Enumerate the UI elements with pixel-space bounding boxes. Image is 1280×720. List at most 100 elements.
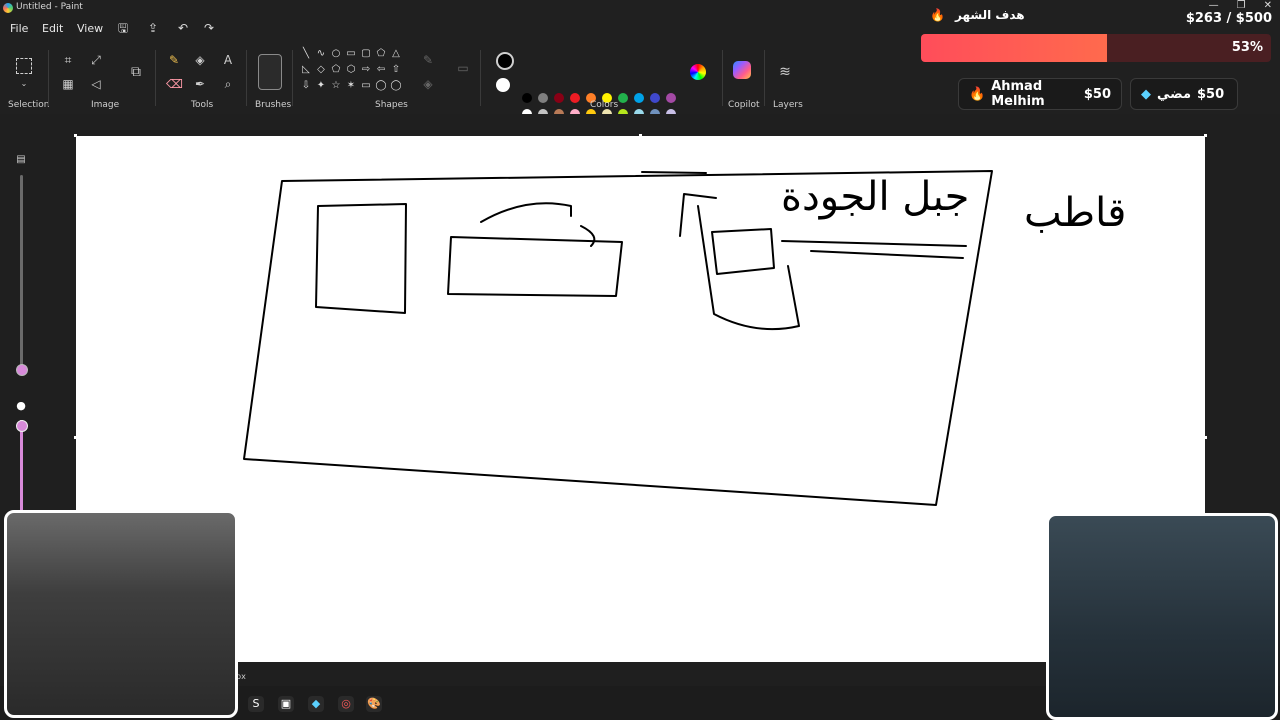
menu-view[interactable]: View (77, 22, 103, 35)
color-swatch[interactable] (650, 93, 660, 103)
group-label-tools: Tools (191, 100, 214, 110)
pencil-icon[interactable]: ✎ (166, 52, 182, 68)
color-swatch[interactable] (538, 93, 548, 103)
divider (292, 50, 293, 106)
color-swatch[interactable] (666, 93, 676, 103)
five-point-star-icon[interactable]: ☆ (330, 80, 342, 92)
brush-selector[interactable] (258, 54, 282, 90)
resize-handle[interactable] (1204, 134, 1207, 137)
group-label-selection: Selection (8, 100, 50, 110)
goal-title: هدف الشهر (955, 8, 1025, 22)
rounded-rectangle-icon[interactable]: ▢ (360, 48, 372, 60)
resize-icon[interactable]: ⤢ (88, 52, 104, 68)
secondary-color[interactable] (496, 78, 510, 92)
save-icon[interactable]: 🖫 (115, 20, 131, 36)
canvas-arabic-label: جبل الجودة (781, 174, 970, 220)
donor-amount: $50 (1083, 86, 1111, 102)
paint-app-icon (3, 3, 13, 13)
chevron-down-icon[interactable]: ⌄ (16, 76, 32, 92)
goal-progress-bar: 53% (921, 34, 1271, 62)
line-icon[interactable]: ╲ (300, 48, 312, 60)
diamond-icon[interactable]: ◇ (315, 64, 327, 76)
up-arrow-icon[interactable]: ⇧ (390, 64, 402, 76)
text-icon[interactable]: A (220, 52, 236, 68)
divider (48, 50, 49, 106)
title-bar: Untitled - Paint — ❐ ✕ (0, 0, 1280, 16)
group-label-colors: Colors (590, 100, 619, 110)
hexagon-icon[interactable]: ⬡ (345, 64, 357, 76)
color-swatch[interactable] (634, 93, 644, 103)
eraser-icon[interactable]: ⌫ (166, 76, 183, 92)
undo-icon[interactable]: ↶ (175, 20, 191, 36)
pentagon-icon[interactable]: ⬠ (330, 64, 342, 76)
menu-edit[interactable]: Edit (42, 22, 63, 35)
callout-oval-icon[interactable]: ◯ (375, 80, 387, 92)
select-all-icon[interactable]: ▦ (60, 76, 76, 92)
color-swatch[interactable] (618, 93, 628, 103)
resize-handle[interactable] (639, 134, 642, 137)
zoom-slider-knob[interactable] (16, 364, 28, 376)
callout-rect-icon[interactable]: ▭ (360, 80, 372, 92)
resize-handle[interactable] (1204, 436, 1207, 439)
six-point-star-icon[interactable]: ✶ (345, 80, 357, 92)
drawn-inner-box (711, 228, 775, 275)
zoom-slider[interactable] (20, 175, 23, 370)
copilot-icon[interactable] (733, 61, 751, 79)
group-label-image: Image (91, 100, 120, 110)
layers-icon[interactable]: ≋ (777, 64, 793, 80)
divider (246, 50, 247, 106)
down-arrow-icon[interactable]: ⇩ (300, 80, 312, 92)
size-icon: ▭ (457, 61, 469, 75)
drawn-box-1 (315, 203, 407, 314)
paint-taskbar-icon[interactable]: 🎨 (366, 696, 382, 712)
crop-icon[interactable]: ⌗ (60, 52, 76, 68)
four-point-star-icon[interactable]: ✦ (315, 80, 327, 92)
oval-icon[interactable]: ○ (330, 48, 342, 60)
polygon-icon[interactable]: ⬠ (375, 48, 387, 60)
magnifier-icon[interactable]: ⌕ (220, 76, 236, 92)
donor-card: 🔥 Ahmad Melhim $50 (958, 78, 1122, 110)
resize-handle[interactable] (74, 134, 77, 137)
group-label-shapes: Shapes (375, 100, 408, 110)
callout-cloud-icon[interactable]: ◯ (390, 80, 402, 92)
edit-colors-icon[interactable] (690, 64, 706, 80)
color-swatch[interactable] (522, 93, 532, 103)
brush-size-icon: ● (16, 399, 26, 412)
image-ai-icon[interactable]: ⧉ (128, 64, 144, 80)
curve-icon[interactable]: ∿ (315, 48, 327, 60)
rectangle-icon[interactable]: ▭ (345, 48, 357, 60)
share-icon[interactable]: ⇪ (145, 20, 161, 36)
donor-card: ◆ مضي $50 (1130, 78, 1238, 110)
drawing-canvas[interactable]: جبل الجودة قاطب (76, 136, 1205, 662)
app-icon[interactable]: ◆ (308, 696, 324, 712)
left-arrow-icon[interactable]: ⇦ (375, 64, 387, 76)
divider (155, 50, 156, 106)
resize-handle[interactable] (74, 436, 77, 439)
selection-icon[interactable] (16, 58, 32, 74)
fire-icon: 🔥 (930, 8, 945, 22)
brush-size-slider[interactable] (20, 420, 23, 510)
triangle-icon[interactable]: △ (390, 48, 402, 60)
redo-icon[interactable]: ↷ (201, 20, 217, 36)
divider (722, 50, 723, 106)
color-swatch[interactable] (554, 93, 564, 103)
brush-size-knob[interactable] (16, 420, 28, 432)
rotate-icon[interactable]: ◁ (88, 76, 104, 92)
shape-fill-icon: ◈ (423, 77, 433, 91)
shapes-gallery: ╲ ∿ ○ ▭ ▢ ⬠ △ ◺ ◇ ⬠ ⬡ ⇨ ⇦ ⇧ ⇩ ✦ ☆ ✶ ▭ ◯ … (300, 48, 406, 94)
fill-icon[interactable]: ◈ (192, 52, 208, 68)
webcam-right (1046, 513, 1278, 720)
app-icon[interactable]: ▣ (278, 696, 294, 712)
skype-icon[interactable]: S (248, 696, 264, 712)
group-label-layers: Layers (773, 100, 803, 110)
group-label-copilot: Copilot (728, 100, 760, 110)
primary-color[interactable] (496, 52, 514, 70)
color-swatch[interactable] (570, 93, 580, 103)
drawn-underline-1 (781, 240, 967, 247)
obs-icon[interactable]: ◎ (338, 696, 354, 712)
goal-amount: $263 / $500 (1185, 11, 1272, 26)
menu-file[interactable]: File (10, 22, 28, 35)
right-triangle-icon[interactable]: ◺ (300, 64, 312, 76)
color-picker-icon[interactable]: ✒ (192, 76, 208, 92)
right-arrow-icon[interactable]: ⇨ (360, 64, 372, 76)
